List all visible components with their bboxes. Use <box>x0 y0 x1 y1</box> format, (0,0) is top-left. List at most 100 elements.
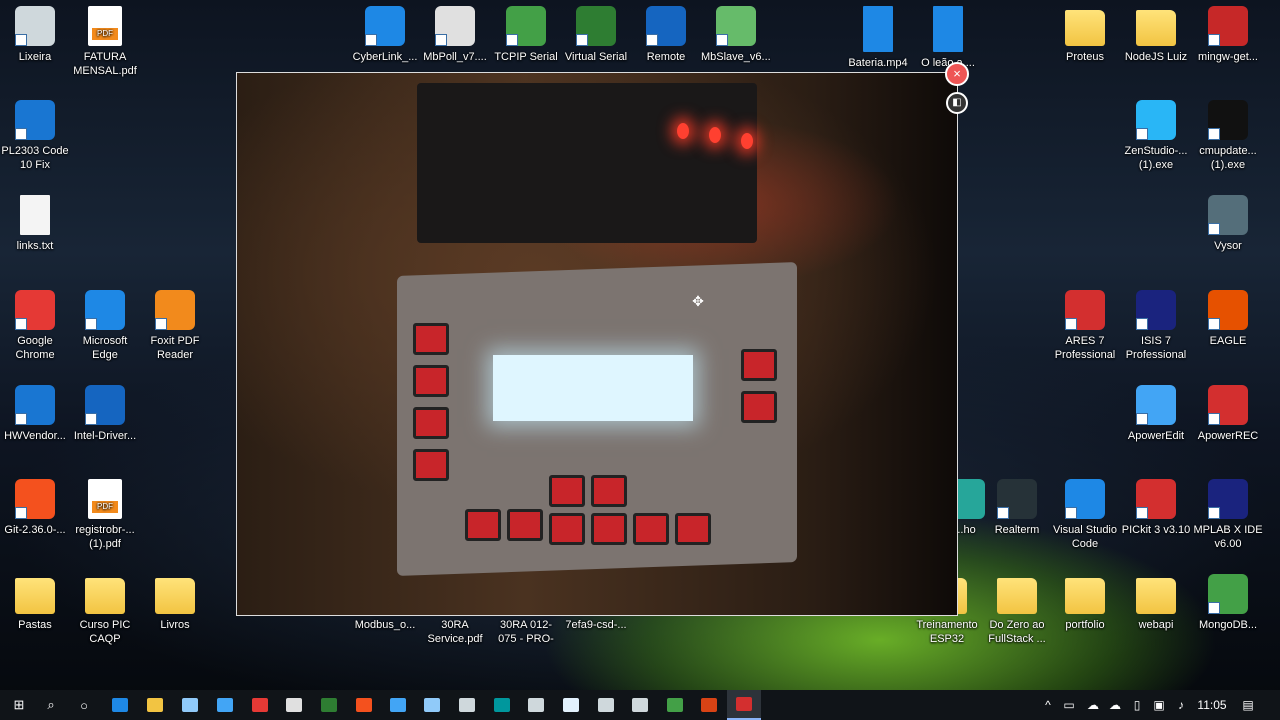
panel-button <box>591 513 627 545</box>
video-preview-window[interactable] <box>236 72 958 616</box>
desktop-icon-label: MbSlave_v6.... <box>701 51 771 63</box>
desktop-icon[interactable]: Realterm <box>982 479 1052 537</box>
panel-button <box>633 513 669 545</box>
desktop-icon[interactable]: Bateria.mp4 <box>843 6 913 70</box>
folder-icon <box>1136 10 1176 46</box>
desktop-icon[interactable]: cmupdate... (1).exe <box>1193 100 1263 172</box>
search-icon[interactable]: ⌕ <box>34 690 68 720</box>
folder-icon <box>997 578 1037 614</box>
camera-image <box>237 73 957 615</box>
cortana-icon[interactable]: ○ <box>67 690 101 720</box>
close-icon[interactable]: × <box>945 62 969 86</box>
desktop-icon[interactable]: Lixeira <box>0 6 70 64</box>
start-icon[interactable]: ⊞ <box>2 690 36 720</box>
app-chip-icon[interactable] <box>519 690 553 720</box>
app-green-glyph <box>286 698 302 712</box>
desktop-icon[interactable]: mingw-get... <box>1193 6 1263 64</box>
desktop-icon[interactable]: Virtual Serial <box>561 6 631 64</box>
app-network-icon[interactable] <box>623 690 657 720</box>
desktop-icon[interactable]: MPLAB X IDE v6.00 <box>1193 479 1263 551</box>
desktop-icon[interactable]: registrobr-... (1).pdf <box>70 479 140 551</box>
notepad-icon[interactable] <box>554 690 588 720</box>
mail-icon[interactable] <box>208 690 242 720</box>
desktop-icon[interactable]: ApowerREC <box>1193 385 1263 443</box>
mic-icon[interactable]: ▯ <box>1130 690 1144 720</box>
desktop-icon[interactable]: Google Chrome <box>0 290 70 362</box>
cloud-icon[interactable]: ☁ <box>1084 690 1102 720</box>
desktop-icon[interactable]: Livros <box>140 574 210 632</box>
desktop-icon[interactable]: Remote <box>631 6 701 64</box>
desktop-icon[interactable]: Git-2.36.0-... <box>0 479 70 537</box>
app-tree-icon[interactable] <box>658 690 692 720</box>
desktop-icon[interactable]: PL2303 Code 10 Fix <box>0 100 70 172</box>
usb-icon[interactable]: ▭ <box>1062 690 1076 720</box>
desktop-icon[interactable]: MbSlave_v6.... <box>701 6 771 64</box>
file-explorer-icon[interactable] <box>138 690 172 720</box>
onedrive-icon[interactable]: ☁ <box>1106 690 1124 720</box>
desktop-icon[interactable]: Pastas <box>0 574 70 632</box>
desktop-icon[interactable]: Do Zero ao FullStack ... <box>982 574 1052 646</box>
desktop-icon-label: Lixeira <box>18 51 52 63</box>
desktop-icon[interactable]: ZenStudio-... (1).exe <box>1121 100 1191 172</box>
desktop-icon[interactable]: CyberLink_... <box>350 6 420 64</box>
desktop-icon[interactable]: HWVendor... <box>0 385 70 443</box>
desktop-icon[interactable]: NodeJS Luiz <box>1121 6 1191 64</box>
desktop-icon-label: ZenStudio-... (1).exe <box>1124 145 1188 171</box>
pdf-icon <box>88 479 122 519</box>
tray-chevron-icon[interactable]: ^ <box>1038 690 1058 720</box>
desktop-icon[interactable]: EAGLE <box>1193 290 1263 348</box>
desktop-icon-label: portfolio <box>1065 619 1105 631</box>
panel-button <box>591 475 627 507</box>
desktop-icon[interactable]: webapi <box>1121 574 1191 632</box>
app-icon <box>15 385 55 425</box>
terminal-icon[interactable] <box>450 690 484 720</box>
desktop-icon[interactable]: Vysor <box>1193 195 1263 253</box>
desktop-icon[interactable]: MbPoll_v7.... <box>420 6 490 64</box>
desktop-icon[interactable]: Visual Studio Code <box>1050 479 1120 551</box>
desktop-icon[interactable]: Proteus <box>1050 6 1120 64</box>
desktop-icon[interactable]: TCPIP Serial <box>491 6 561 64</box>
edge-icon[interactable] <box>103 690 137 720</box>
desktop-icon[interactable]: FATURA MENSAL.pdf <box>70 6 140 78</box>
snap-icon[interactable]: ◧ <box>946 92 968 114</box>
desktop-icon[interactable]: ARES 7 Professional <box>1050 290 1120 362</box>
network-icon[interactable]: ▣ <box>1150 690 1168 720</box>
led-light <box>741 133 753 149</box>
app-grid-icon[interactable] <box>589 690 623 720</box>
clock[interactable]: 11:05 <box>1196 690 1228 720</box>
desktop-icon-label: Foxit PDF Reader <box>150 335 200 361</box>
arduino-icon[interactable] <box>485 690 519 720</box>
desktop-icon[interactable]: MongoDB... <box>1193 574 1263 632</box>
app-green-icon[interactable] <box>277 690 311 720</box>
desktop-icon-label: Treinamento ESP32 <box>916 619 978 645</box>
app-orange-icon[interactable] <box>347 690 381 720</box>
desktop-icon[interactable]: portfolio <box>1050 574 1120 632</box>
desktop-icon-label: Intel-Driver... <box>73 430 137 442</box>
desktop-icon-label: ARES 7 Professional <box>1054 335 1116 361</box>
store-icon[interactable] <box>173 690 207 720</box>
desktop-icon-label: Virtual Serial <box>564 51 628 63</box>
desktop-icon-label: HWVendor... <box>4 430 66 442</box>
arduino-glyph <box>494 698 510 712</box>
desktop-icon-label: PL2303 Code 10 Fix <box>1 145 69 171</box>
notification-icon[interactable]: ▤ <box>1238 690 1258 720</box>
desktop-icon[interactable]: Intel-Driver... <box>70 385 140 443</box>
desktop-icon[interactable]: ApowerEdit <box>1121 385 1191 443</box>
powerpoint-icon[interactable] <box>692 690 726 720</box>
recorder-icon[interactable] <box>727 690 761 720</box>
desktop-icon[interactable]: Foxit PDF Reader <box>140 290 210 362</box>
desktop-icon[interactable]: links.txt <box>0 195 70 253</box>
remote-desktop-icon[interactable] <box>415 690 449 720</box>
app-network-glyph <box>632 698 648 712</box>
desktop-icon[interactable]: PICkit 3 v3.10 <box>1121 479 1191 537</box>
chrome-icon[interactable] <box>243 690 277 720</box>
desktop-icon[interactable]: Microsoft Edge <box>70 290 140 362</box>
desktop-icon[interactable]: O leão a ... <box>913 6 983 70</box>
pdf-icon <box>88 6 122 46</box>
excel-icon[interactable] <box>312 690 346 720</box>
desktop-icon[interactable]: Curso PIC CAQP <box>70 574 140 646</box>
onedrive-icon[interactable] <box>381 690 415 720</box>
desktop-icon[interactable]: ISIS 7 Professional <box>1121 290 1191 362</box>
panel-button <box>413 407 449 439</box>
volume-icon[interactable]: ♪ <box>1172 690 1190 720</box>
